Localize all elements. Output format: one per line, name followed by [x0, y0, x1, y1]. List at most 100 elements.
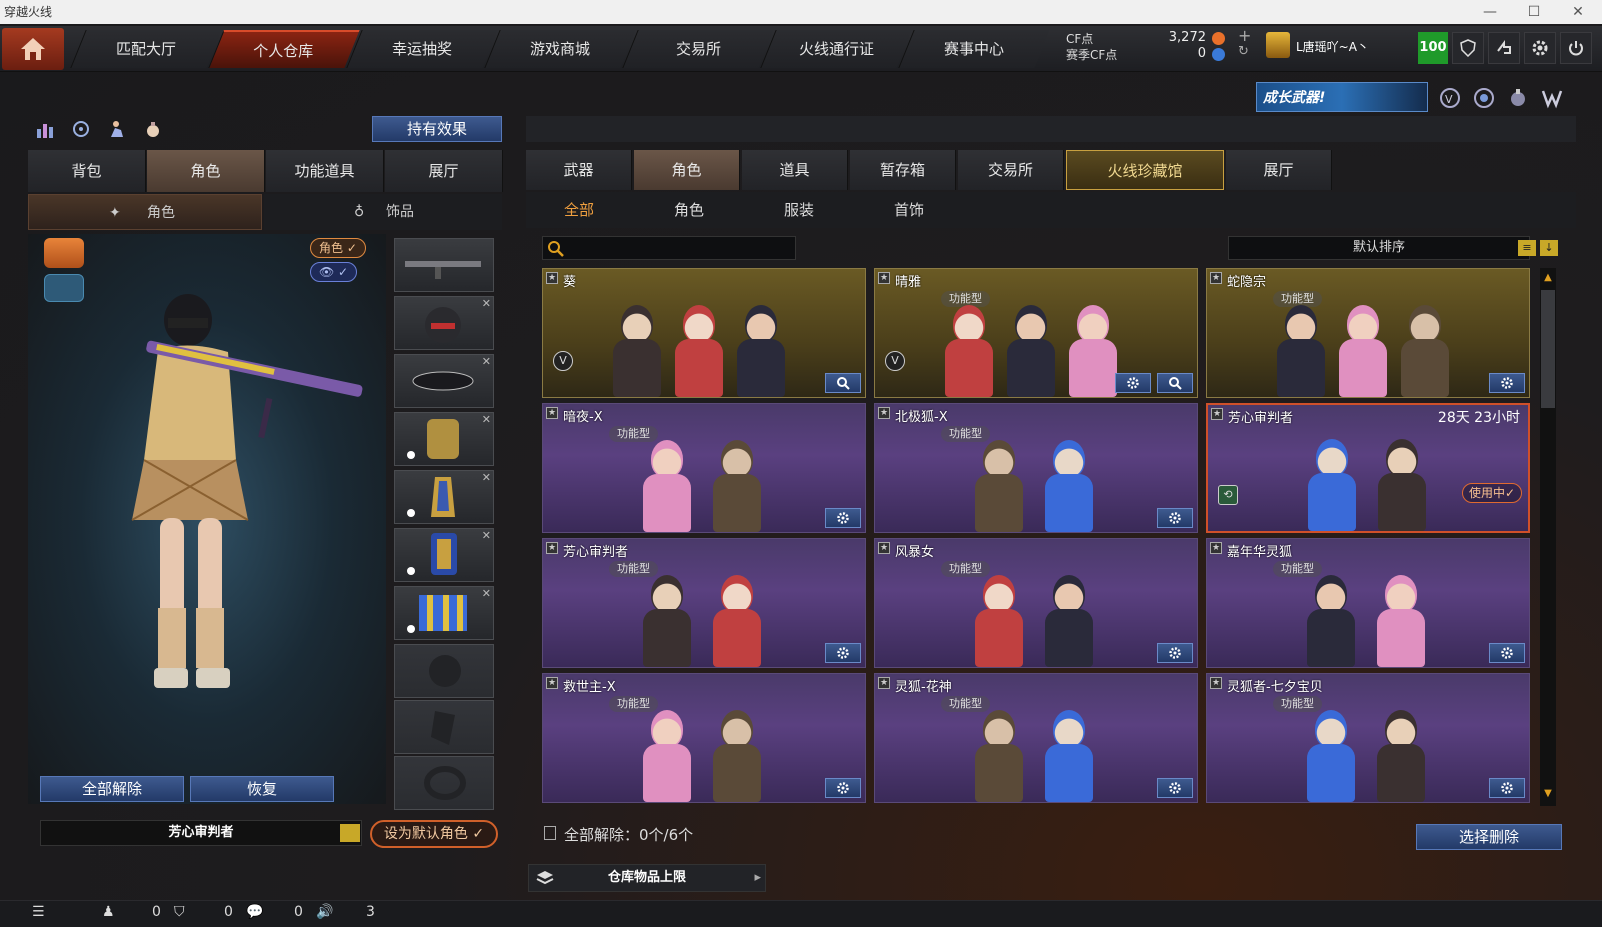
gear-icon[interactable]	[825, 643, 861, 663]
maximize-button[interactable]: ☐	[1512, 0, 1556, 24]
nav-tab-6[interactable]: 赛事中心	[898, 30, 1050, 68]
subtab-accessory[interactable]: ♁ 饰品	[264, 194, 502, 230]
character-card[interactable]: ★ 风暴女 功能型	[874, 538, 1198, 668]
character-card[interactable]: ★ 芳心审判者 28天 23小时 使用中✓ ⟲	[1206, 403, 1530, 533]
user-name[interactable]: L唐瑶吖~A丶	[1296, 38, 1369, 55]
helmet-slot[interactable]: ✕	[394, 296, 494, 350]
character-card[interactable]: ★ 晴雅 功能型 V	[874, 268, 1198, 398]
menu-icon[interactable]: ☰	[32, 904, 45, 920]
right-subtab-2[interactable]: 服装	[744, 192, 854, 228]
right-tab-0[interactable]: 武器	[526, 150, 632, 190]
favorite-icon[interactable]: ★	[1211, 408, 1223, 420]
right-subtab-1[interactable]: 角色	[634, 192, 744, 228]
favorite-icon[interactable]: ★	[878, 677, 890, 689]
character-card[interactable]: ★ 芳心审判者 功能型	[542, 538, 866, 668]
favorite-icon[interactable]: ★	[1210, 272, 1222, 284]
goggles-slot[interactable]: ✕	[394, 354, 494, 408]
wing-slot[interactable]: ✕	[394, 470, 494, 524]
v-badge-icon[interactable]: V	[1436, 84, 1464, 112]
holding-effects-button[interactable]: 持有效果	[372, 116, 502, 142]
gear-icon[interactable]	[1157, 508, 1193, 528]
favorite-icon[interactable]: ★	[878, 272, 890, 284]
character-card[interactable]: ★ 暗夜-X 功能型	[542, 403, 866, 533]
capacity-bar[interactable]: 仓库物品上限 ▸	[528, 864, 766, 892]
set-default-role-button[interactable]: 设为默认角色 ✓	[370, 820, 498, 848]
right-tab-4[interactable]: 交易所	[958, 150, 1064, 190]
chat-icon[interactable]: 💬	[246, 904, 263, 920]
renew-icon[interactable]: ⟲	[1218, 485, 1238, 505]
character-card[interactable]: ★ 蛇隐宗 功能型	[1206, 268, 1530, 398]
character-card[interactable]: ★ 灵狐者-七夕宝贝 功能型	[1206, 673, 1530, 803]
armor-slot[interactable]: ✕	[394, 412, 494, 466]
back-slot[interactable]: ✕	[394, 528, 494, 582]
favorite-icon[interactable]: ★	[878, 407, 890, 419]
left-tab-1[interactable]: 角色	[147, 150, 265, 192]
favorite-icon[interactable]: ★	[546, 677, 558, 689]
character-preview[interactable]: 角色 ✓ 👁 ✓	[28, 234, 386, 804]
sort-list-icon[interactable]: ≡	[1518, 240, 1536, 256]
list-icon[interactable]	[340, 824, 360, 842]
left-tab-3[interactable]: 展厅	[385, 150, 503, 192]
ammo-slot[interactable]: ✕	[394, 586, 494, 640]
nav-tab-3[interactable]: 游戏商城	[484, 30, 636, 68]
favorite-icon[interactable]: ★	[878, 542, 890, 554]
w-logo-icon[interactable]	[1538, 84, 1566, 112]
subtab-role[interactable]: ✦ 角色	[28, 194, 262, 230]
search-input[interactable]	[542, 236, 796, 260]
right-tab-3[interactable]: 暂存箱	[850, 150, 956, 190]
character-card[interactable]: ★ 嘉年华灵狐 功能型	[1206, 538, 1530, 668]
close-button[interactable]: ✕	[1556, 0, 1600, 24]
power-icon[interactable]	[1560, 32, 1592, 64]
favorite-icon[interactable]: ★	[1210, 677, 1222, 689]
right-subtab-3[interactable]: 首饰	[854, 192, 964, 228]
left-tab-2[interactable]: 功能道具	[266, 150, 384, 192]
role-toggle-badge[interactable]: 角色 ✓	[310, 238, 366, 258]
right-tab-5[interactable]: 火线珍藏馆	[1066, 150, 1224, 190]
scroll-down-arrow[interactable]: ▼	[1540, 786, 1556, 802]
team-icon[interactable]: ♟	[102, 904, 115, 920]
shield-icon[interactable]	[1452, 32, 1484, 64]
character-card[interactable]: ★ 葵 V	[542, 268, 866, 398]
empty-slot-2[interactable]	[394, 700, 494, 754]
empty-slot-1[interactable]	[394, 644, 494, 698]
return-icon[interactable]	[1488, 32, 1520, 64]
sort-dropdown[interactable]: 默认排序	[1228, 236, 1530, 260]
nav-tab-2[interactable]: 幸运抽奖	[346, 30, 498, 68]
gear-icon[interactable]	[1157, 778, 1193, 798]
grenade-icon[interactable]	[1504, 84, 1532, 112]
weapon-slot[interactable]	[394, 238, 494, 292]
right-tab-1[interactable]: 角色	[634, 150, 740, 190]
pose-icon[interactable]	[104, 116, 130, 142]
gear-icon[interactable]	[1115, 373, 1151, 393]
favorite-icon[interactable]: ★	[546, 542, 558, 554]
empty-slot-3[interactable]	[394, 756, 494, 810]
nav-tab-5[interactable]: 火线通行证	[760, 30, 912, 68]
plus-icon[interactable]: +	[1238, 26, 1251, 45]
right-subtab-0[interactable]: 全部	[524, 192, 634, 228]
right-tab-2[interactable]: 道具	[742, 150, 848, 190]
promo-banner[interactable]: 成长武器!	[1256, 82, 1428, 112]
favorite-icon[interactable]: ★	[1210, 542, 1222, 554]
scroll-up-arrow[interactable]: ▲	[1540, 270, 1556, 286]
right-tab-6[interactable]: 展厅	[1226, 150, 1332, 190]
gear-icon[interactable]	[1489, 643, 1525, 663]
select-delete-button[interactable]: 选择删除	[1416, 824, 1562, 850]
gear-icon[interactable]	[1489, 778, 1525, 798]
gear-icon[interactable]	[1489, 373, 1525, 393]
home-button[interactable]	[2, 28, 64, 70]
favorite-icon[interactable]: ★	[546, 272, 558, 284]
wing-emblem-icon[interactable]	[44, 274, 84, 302]
minimize-button[interactable]: —	[1468, 0, 1512, 24]
speaker-icon[interactable]: 🔊	[316, 904, 333, 920]
sort-direction-icon[interactable]: ↓	[1540, 240, 1558, 256]
character-card[interactable]: ★ 北极狐-X 功能型	[874, 403, 1198, 533]
rotate-icon[interactable]	[68, 116, 94, 142]
eagle-emblem-icon[interactable]	[44, 238, 84, 268]
character-card[interactable]: ★ 救世主-X 功能型	[542, 673, 866, 803]
gear-icon[interactable]	[1157, 643, 1193, 663]
search-icon[interactable]	[1157, 373, 1193, 393]
left-tab-0[interactable]: 背包	[28, 150, 146, 192]
gear-icon[interactable]	[825, 508, 861, 528]
target-icon[interactable]	[1470, 84, 1498, 112]
shield-status-icon[interactable]: ⛉	[174, 904, 185, 920]
